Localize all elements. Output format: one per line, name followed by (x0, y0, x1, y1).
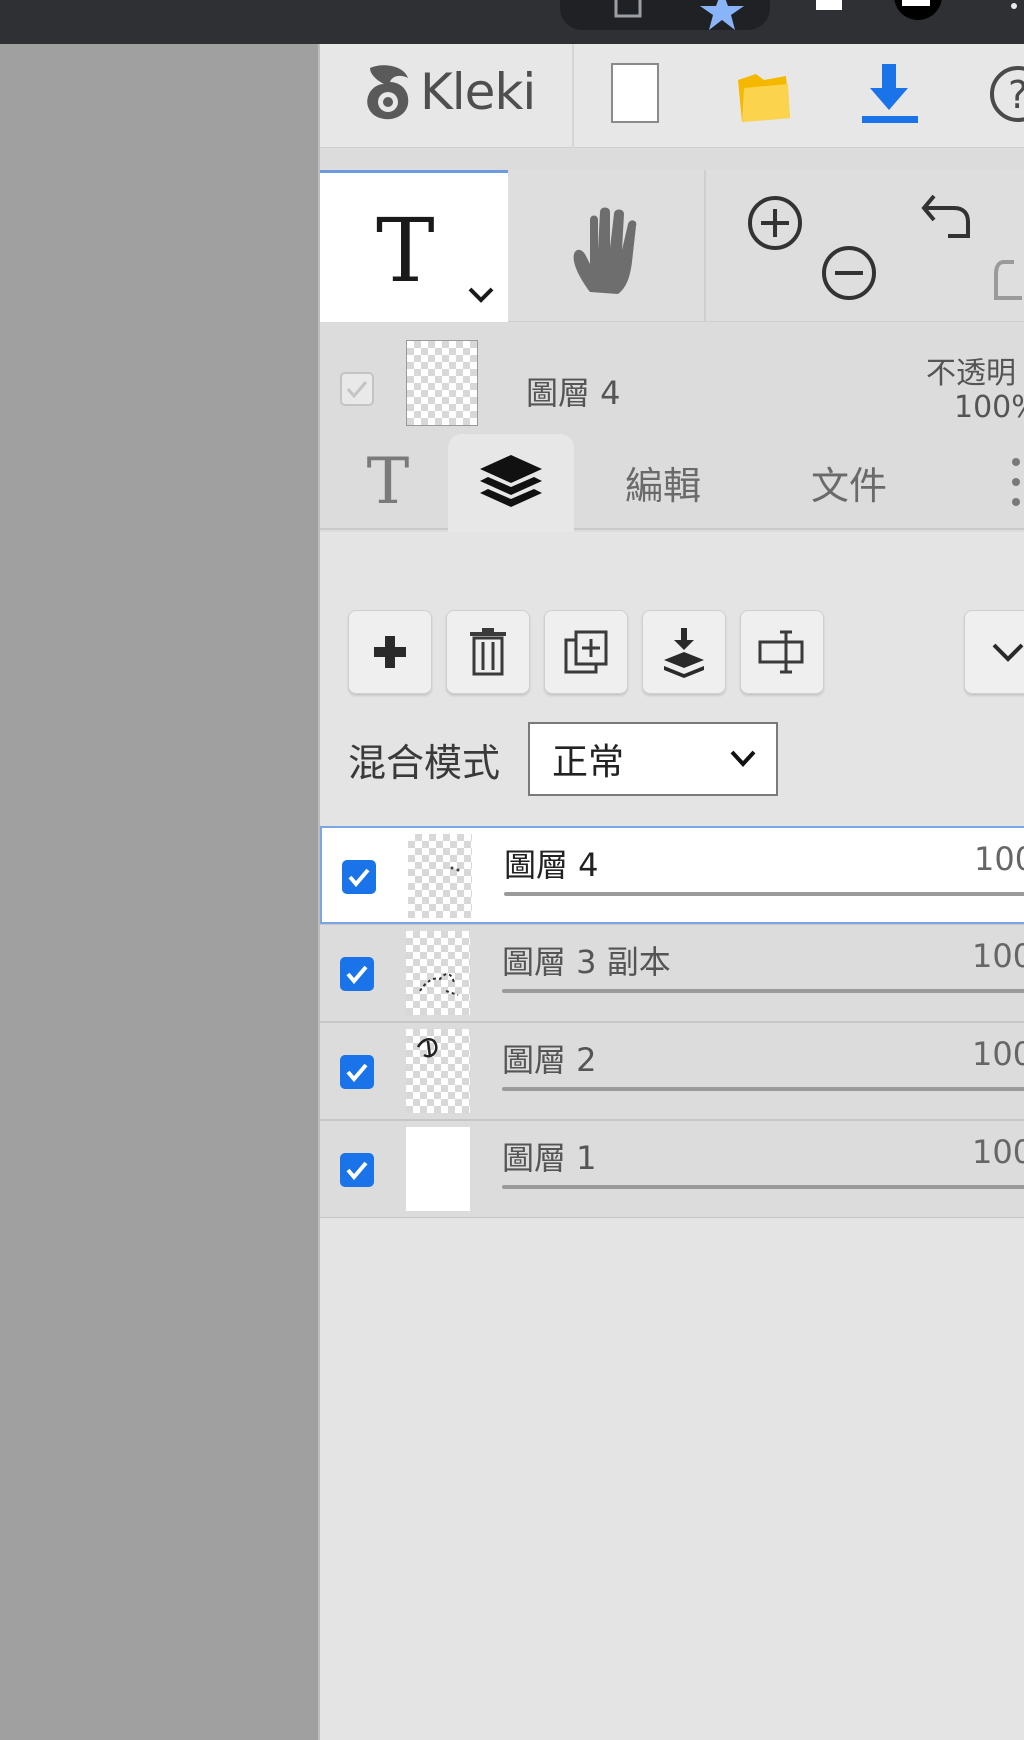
layer-name[interactable]: 圖層 1 (502, 1133, 597, 1179)
zoom-out-icon[interactable] (818, 242, 880, 304)
blend-mode-value: 正常 (552, 742, 625, 783)
layer-row-4[interactable]: 圖層 4 100 (320, 826, 1024, 924)
layers-icon (480, 455, 542, 507)
plus-icon (374, 636, 406, 668)
undo-icon[interactable] (918, 192, 982, 256)
check-icon (348, 868, 370, 888)
opacity-value: 100% (954, 390, 1024, 425)
help-icon[interactable]: ? (980, 62, 1024, 126)
layer-row-2[interactable]: 圖層 2 100 (320, 1022, 1024, 1120)
trash-icon (470, 628, 506, 676)
current-layer-checkbox[interactable] (340, 372, 374, 406)
open-folder-icon[interactable] (734, 62, 794, 126)
hand-tool-icon[interactable] (568, 204, 652, 300)
layer-opacity-slider[interactable] (504, 892, 1024, 896)
rename-layer-button[interactable] (740, 610, 824, 694)
layer-row-3-copy[interactable]: 圖層 3 副本 100 (320, 924, 1024, 1022)
current-layer-name: 圖層 4 (526, 374, 621, 412)
layer-name[interactable]: 圖層 4 (504, 840, 599, 886)
top-bar: Kleki ? (320, 44, 1024, 148)
blend-mode-select[interactable]: 正常 (528, 722, 778, 796)
duplicate-layer-button[interactable] (544, 610, 628, 694)
delete-layer-button[interactable] (446, 610, 530, 694)
app-name: Kleki (420, 63, 536, 121)
check-icon (346, 1063, 368, 1083)
browser-toolbar (0, 0, 1024, 44)
layer-thumbnail-art (450, 866, 460, 872)
divider (572, 44, 574, 148)
layer-visibility-checkbox[interactable] (340, 1153, 374, 1187)
layer-thumbnail-art (419, 973, 459, 996)
layer-visibility-checkbox[interactable] (340, 1055, 374, 1089)
tab-file[interactable]: 文件 (784, 434, 914, 530)
tool-row: T (320, 170, 1024, 322)
svg-text:?: ? (1008, 73, 1024, 117)
layer-thumbnail (406, 1029, 470, 1113)
blend-mode-label: 混合模式 (348, 741, 501, 785)
layer-thumbnail-art (416, 1038, 438, 1058)
merge-down-icon (664, 628, 704, 678)
layers-panel: 混合模式 正常 圖層 4 100 (320, 532, 1024, 1740)
chevron-down-icon (730, 750, 756, 767)
layer-opacity-slider[interactable] (502, 1185, 1024, 1189)
layer-opacity-slider[interactable] (502, 1087, 1024, 1091)
chevron-down-icon[interactable] (466, 285, 496, 305)
layer-thumbnail (406, 931, 470, 1015)
opacity-label: 不透明 (926, 356, 1016, 391)
kleki-logo-icon (367, 65, 409, 120)
text-tool-button[interactable]: T (320, 170, 508, 322)
divider (704, 170, 706, 322)
tool-row-rest (508, 170, 1022, 322)
add-layer-button[interactable] (348, 610, 432, 694)
check-icon (346, 1161, 368, 1181)
profile-avatar-icon[interactable] (890, 0, 946, 30)
redo-icon[interactable] (992, 252, 1024, 310)
tab-edit[interactable]: 編輯 (598, 434, 728, 530)
check-icon (346, 381, 368, 399)
bookmark-star-icon[interactable] (700, 0, 744, 30)
new-image-icon[interactable] (610, 62, 660, 126)
layer-name[interactable]: 圖層 3 副本 (502, 937, 671, 983)
tab-layers[interactable] (448, 434, 574, 532)
tab-text[interactable]: T (340, 434, 436, 530)
layer-row-1[interactable]: 圖層 1 100 (320, 1120, 1024, 1218)
duplicate-icon (564, 630, 608, 674)
current-layer-bar: 圖層 4 不透明 100% (320, 324, 1024, 426)
current-layer-thumbnail (406, 340, 478, 426)
layer-opacity: 100 (972, 1133, 1024, 1171)
zoom-in-icon[interactable] (744, 192, 806, 254)
download-icon[interactable] (858, 62, 922, 126)
canvas-area[interactable] (0, 44, 318, 1740)
share-icon[interactable] (608, 0, 648, 30)
side-panel: Kleki ? T (318, 44, 1024, 1740)
panel-tabs: T 編輯 文件 (320, 434, 1024, 532)
rename-icon (758, 630, 804, 674)
layer-opacity-slider[interactable] (502, 989, 1024, 993)
browser-menu-icon[interactable] (1004, 0, 1024, 30)
chevron-down-icon (992, 643, 1024, 662)
layer-visibility-checkbox[interactable] (340, 957, 374, 991)
merge-down-button[interactable] (642, 610, 726, 694)
layer-thumbnail (406, 1127, 470, 1211)
text-tab-icon: T (366, 445, 410, 519)
more-layer-options-button[interactable] (964, 610, 1024, 694)
extension-icon[interactable] (812, 0, 848, 30)
check-icon (346, 965, 368, 985)
text-tool-icon: T (376, 199, 435, 302)
layer-opacity: 100 (972, 1035, 1024, 1073)
layer-opacity: 100 (974, 840, 1024, 878)
more-vertical-icon[interactable] (1006, 454, 1024, 514)
kleki-logo[interactable]: Kleki (360, 60, 536, 124)
layer-name[interactable]: 圖層 2 (502, 1035, 597, 1081)
layer-opacity: 100 (972, 937, 1024, 975)
layer-thumbnail (408, 834, 472, 918)
layer-visibility-checkbox[interactable] (342, 860, 376, 894)
